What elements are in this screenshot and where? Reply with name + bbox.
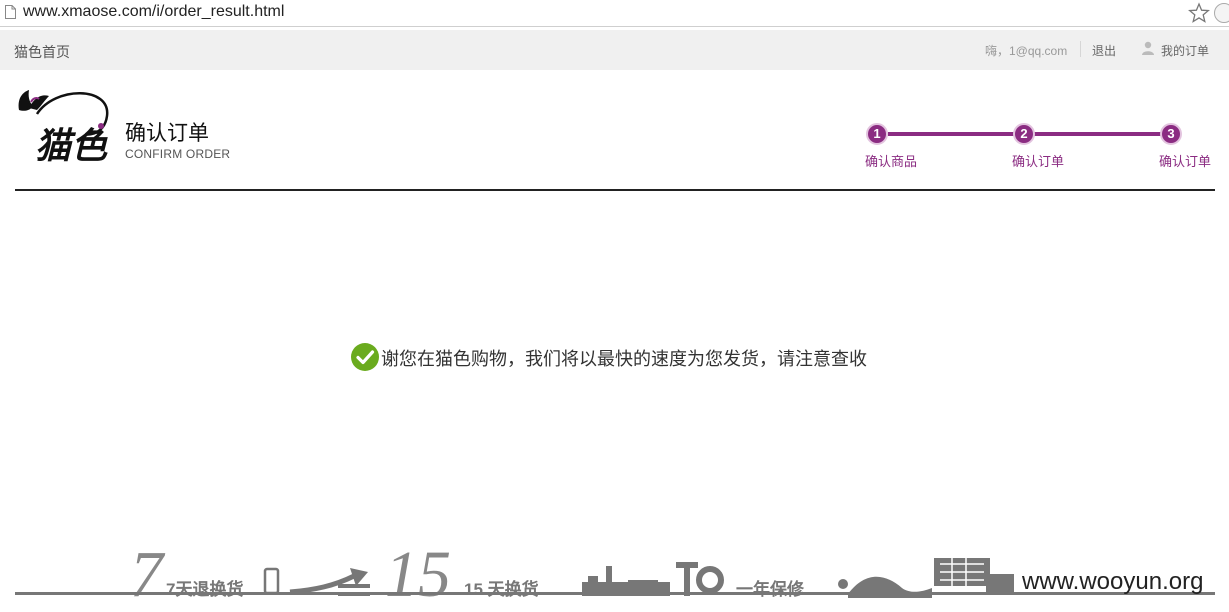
service-15-number: 15	[385, 540, 451, 611]
step-connector	[888, 132, 1014, 136]
page-subtitle: CONFIRM ORDER	[125, 147, 231, 161]
service-7-text: 7天退换货	[166, 580, 244, 599]
page-title: 确认订单	[125, 122, 209, 145]
step-2-marker: 2	[1013, 123, 1035, 145]
step-3-label: 确认订单	[1159, 154, 1212, 169]
service-15-text: 15 天换货	[464, 580, 539, 599]
warranty-text: 一年保修	[736, 580, 804, 599]
browser-address-bar: www.xmaose.com/i/order_result.html	[0, 0, 1229, 27]
my-orders-link[interactable]: 我的订单	[1161, 42, 1209, 59]
step-3-marker: 3	[1160, 123, 1182, 145]
phone-arrow-icon	[263, 567, 370, 596]
service-7-number: 7	[130, 540, 163, 611]
site-top-bar: 猫色首页 嗨，1@qq.com 退出 我的订单	[0, 30, 1229, 70]
divider	[1080, 41, 1081, 57]
step-connector	[1034, 132, 1162, 136]
step-2-label: 确认订单	[1012, 154, 1065, 169]
success-message: 谢您在猫色购物，我们将以最快的速度为您发货，请注意查收	[381, 349, 867, 369]
logout-link[interactable]: 退出	[1092, 42, 1116, 59]
watermark-text: www.wooyun.org	[1022, 568, 1204, 595]
step-1-label: 确认商品	[865, 154, 918, 169]
user-icon	[1142, 41, 1154, 55]
step-1-marker: 1	[866, 123, 888, 145]
page-icon	[5, 5, 16, 19]
header-divider	[15, 189, 1215, 191]
site-logo[interactable]: 猫色	[15, 88, 111, 164]
bookmark-star-icon[interactable]	[1188, 2, 1210, 24]
logo-text: 猫色	[35, 125, 108, 164]
browser-menu-button[interactable]	[1214, 3, 1229, 23]
check-circle-icon	[351, 343, 379, 371]
user-greeting: 嗨，1@qq.com	[985, 44, 1068, 58]
address-url[interactable]: www.xmaose.com/i/order_result.html	[23, 3, 284, 21]
home-link[interactable]: 猫色首页	[14, 42, 70, 62]
